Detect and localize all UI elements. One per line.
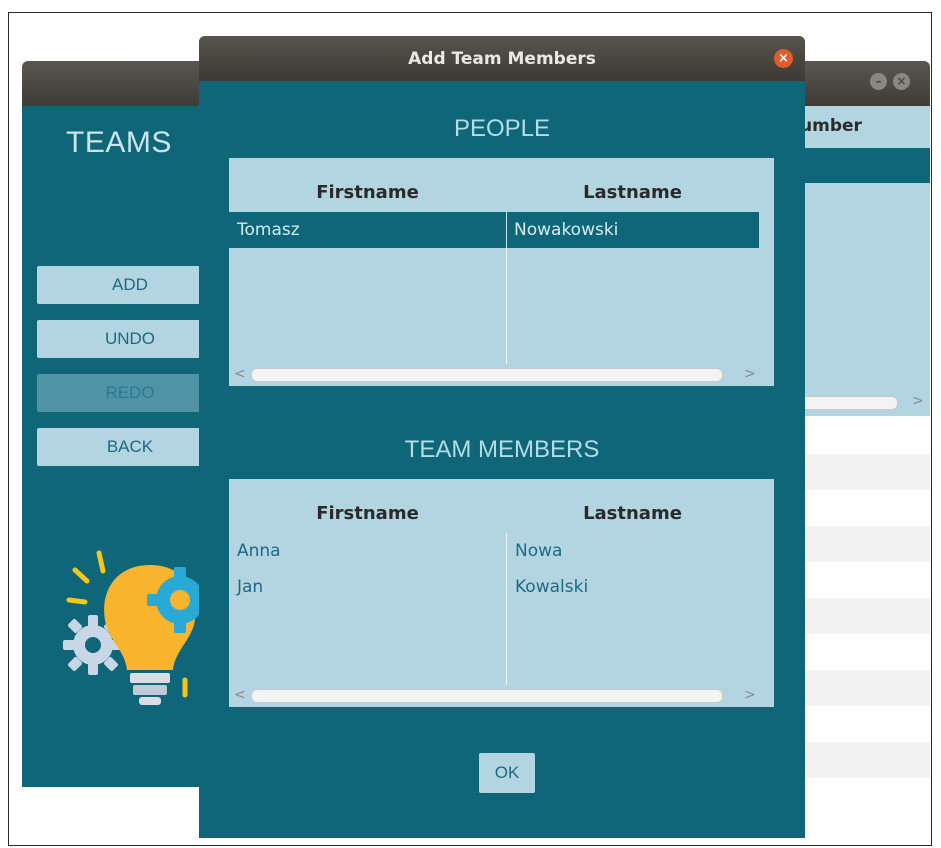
people-column-lastname[interactable]: Lastname [506,182,759,203]
team-members-heading: TEAM MEMBERS [404,436,600,463]
team-members-table: Firstname Lastname Anna Nowa Jan Kowalsk… [229,479,774,707]
team-column-firstname[interactable]: Firstname [229,503,506,524]
redo-button[interactable]: REDO [37,374,207,412]
team-cell-firstname: Jan [237,577,264,597]
main-table-header: umber [800,116,862,136]
people-horizontal-scrollbar[interactable]: < > [229,364,759,386]
people-cell-firstname: Tomasz [237,220,300,240]
people-table: Firstname Lastname Tomasz Nowakowski < > [229,158,774,386]
scroll-right-icon[interactable]: > [744,687,756,703]
team-cell-firstname: Anna [237,541,281,561]
team-scroll-thumb[interactable] [251,689,723,703]
team-member-row[interactable]: Jan Kowalski [229,569,759,605]
scroll-left-icon[interactable]: < [234,687,246,703]
dialog-close-icon[interactable]: × [774,49,793,68]
scroll-right-icon[interactable]: > [744,366,756,382]
add-team-members-dialog: Add Team Members × PEOPLE Firstname Last… [199,36,805,838]
people-row[interactable]: Tomasz Nowakowski [229,212,759,248]
people-cell-lastname: Nowakowski [506,212,618,248]
undo-button[interactable]: UNDO [37,320,207,358]
team-horizontal-scrollbar[interactable]: < > [229,685,759,707]
main-table-selected-row[interactable] [800,148,930,183]
team-column-lastname[interactable]: Lastname [506,503,759,524]
add-button[interactable]: ADD [37,266,207,304]
team-cell-lastname: Kowalski [515,577,589,597]
close-icon[interactable]: × [893,73,910,90]
dialog-titlebar[interactable]: Add Team Members × [199,36,805,81]
team-member-row[interactable]: Anna Nowa [229,533,759,569]
scroll-left-icon[interactable]: < [234,366,246,382]
ok-button[interactable]: OK [479,753,535,793]
lightbulb-gears-icon [63,550,204,705]
page-title: TEAMS [66,126,172,159]
team-cell-lastname: Nowa [515,541,563,561]
back-button[interactable]: BACK [37,428,207,466]
scroll-right-icon[interactable]: > [912,393,924,409]
people-heading: PEOPLE [453,115,551,142]
main-table-scrollbar[interactable]: > [800,392,930,414]
dialog-title: Add Team Members [408,48,596,69]
minimize-icon[interactable]: – [870,73,887,90]
people-column-firstname[interactable]: Firstname [229,182,506,203]
people-scroll-thumb[interactable] [251,368,723,382]
main-list-rows [800,418,930,788]
